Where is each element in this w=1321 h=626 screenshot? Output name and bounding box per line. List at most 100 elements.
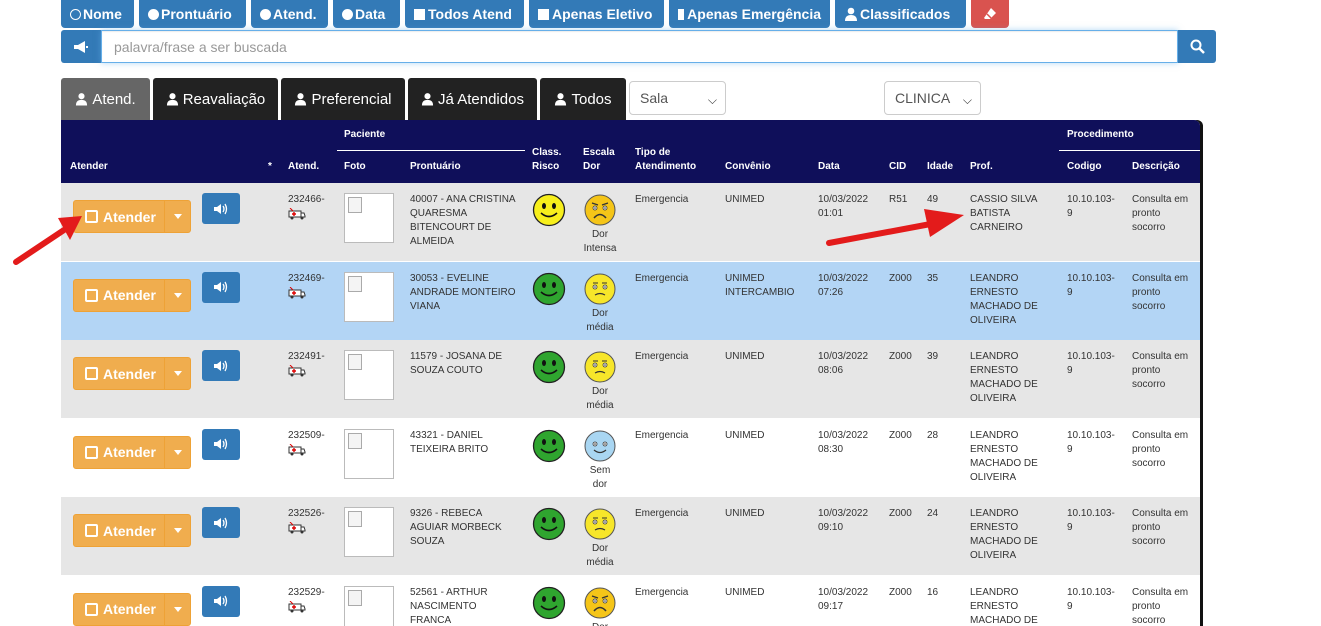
- announce-button[interactable]: [61, 30, 101, 63]
- cell-line: MACHADO DE: [970, 536, 1038, 547]
- filter-classificados-button[interactable]: Classificados: [835, 0, 966, 28]
- cell-text: 10.10.103- 9: [1067, 272, 1129, 300]
- patient-photo: [344, 507, 394, 557]
- clinica-select[interactable]: CLINICA ⌵: [884, 81, 981, 115]
- atender-button[interactable]: Atender: [73, 278, 191, 312]
- tipo-atendimento: Emergencia: [635, 586, 689, 598]
- cell-line: ERNESTO: [970, 522, 1019, 533]
- atender-button[interactable]: Atender: [73, 592, 191, 626]
- atend-number[interactable]: 232509-: [288, 429, 325, 461]
- filter-apenas-emergencia-button[interactable]: Apenas Emergência: [669, 0, 830, 28]
- broken-image-icon: [348, 589, 362, 606]
- atender-button[interactable]: Atender: [73, 200, 191, 233]
- call-patient-button[interactable]: [202, 428, 240, 460]
- atend-number[interactable]: 232466-: [288, 193, 325, 225]
- cell-line: NASCIMENTO: [410, 600, 477, 612]
- search-icon: [1190, 39, 1205, 54]
- radio-filled-icon: [260, 8, 271, 20]
- cell-line: pronto: [1132, 600, 1161, 612]
- call-patient-button[interactable]: [202, 350, 240, 381]
- atend-number[interactable]: 232491-: [288, 350, 325, 382]
- atender-button[interactable]: Atender: [73, 357, 191, 390]
- cell-line: UNIMED: [725, 351, 765, 362]
- atender-button[interactable]: Atender: [73, 435, 191, 469]
- cid: Z000: [889, 429, 912, 441]
- filter-prontuario-button[interactable]: Prontuário: [139, 0, 246, 28]
- search-button[interactable]: [1178, 30, 1216, 63]
- ambulance-icon: [288, 600, 325, 618]
- cell-line: ALMEIDA: [410, 236, 454, 247]
- edit-icon: [85, 524, 98, 537]
- edit-icon: [85, 445, 98, 459]
- tab-atend[interactable]: Atend.: [61, 78, 150, 120]
- atend-number[interactable]: 232469-: [288, 272, 325, 304]
- cell-line: OLIVEIRA: [970, 393, 1017, 404]
- user-icon: [76, 93, 88, 106]
- dropdown-divider: [164, 358, 165, 389]
- radio-filled-icon: [342, 8, 353, 20]
- dropdown-divider: [164, 201, 165, 232]
- cell-line: 09:10: [818, 522, 844, 533]
- eraser-button[interactable]: [971, 0, 1009, 28]
- user-icon: [555, 93, 567, 106]
- risk-face-icon: [532, 507, 566, 541]
- cell-line: OLIVEIRA: [970, 550, 1017, 561]
- call-patient-button[interactable]: [202, 507, 240, 538]
- cell-line: 10.10.103-: [1067, 351, 1115, 362]
- cell-line: 10/03/2022: [818, 272, 869, 284]
- call-patient-button[interactable]: [202, 585, 240, 617]
- cell-line: ERNESTO: [970, 365, 1019, 376]
- cell-text: UNIMED: [725, 507, 815, 521]
- header-class-1: Class.: [532, 147, 562, 158]
- header-tipo-2: Atendimento: [635, 161, 697, 172]
- cell-line: 43321 - DANIEL: [410, 429, 483, 441]
- atender-button[interactable]: Atender: [73, 514, 191, 547]
- tab-reavaliacao[interactable]: Reavaliação: [153, 78, 278, 120]
- red-arrow-right: [826, 209, 964, 246]
- cell-text: LEANDRO ERNESTO MACHADO DE OLIVEIRA: [970, 507, 1060, 563]
- ambulance-icon: [288, 207, 325, 225]
- atend-number[interactable]: 232526-: [288, 507, 325, 539]
- filter-todos-atend-button[interactable]: Todos Atend: [405, 0, 524, 28]
- filter-data-button[interactable]: Data: [333, 0, 400, 28]
- cell-text: 10.10.103- 9: [1067, 586, 1129, 614]
- tab-ja-atendidos[interactable]: Já Atendidos: [408, 78, 537, 120]
- header-procedimento: Procedimento: [1067, 129, 1134, 140]
- cell-line: UNIMED: [725, 586, 765, 598]
- cell-text: Consulta em pronto socorro: [1132, 429, 1198, 471]
- call-patient-button[interactable]: [202, 193, 240, 224]
- tab-todos[interactable]: Todos: [540, 78, 626, 120]
- pain-label-line: média: [586, 400, 614, 411]
- sala-select[interactable]: Sala ⌵: [629, 81, 726, 115]
- call-patient-button[interactable]: [202, 271, 240, 303]
- header-class-2: Risco: [532, 161, 560, 172]
- table-row: Atender 232526- 9326 - REBECA AGUIAR MORBEC…: [61, 497, 1200, 575]
- cell-text: Consulta em pronto socorro: [1132, 350, 1198, 392]
- cell-line: 9326 - REBECA: [410, 508, 483, 519]
- filter-apenas-eletivo-button[interactable]: Apenas Eletivo: [529, 0, 664, 28]
- cell-line: 9: [1067, 286, 1073, 298]
- pain-face-icon: [583, 193, 617, 227]
- search-input[interactable]: [101, 30, 1178, 63]
- pain-label-line: Sem: [589, 464, 611, 476]
- header-paciente: Paciente: [344, 129, 386, 140]
- header-atend: Atend.: [288, 161, 320, 172]
- header-cid: CID: [889, 161, 907, 172]
- header-escala-2: Dor: [583, 161, 601, 172]
- cell-text: 43321 - DANIEL TEIXEIRA BRITO: [410, 429, 525, 457]
- atend-number[interactable]: 232529-: [288, 586, 325, 618]
- filter-nome-button[interactable]: Nome: [61, 0, 134, 28]
- cell-line: ERNESTO: [970, 443, 1019, 455]
- user-icon: [295, 93, 307, 106]
- cid: Z000: [889, 508, 912, 519]
- header-codigo: Codigo: [1067, 161, 1102, 172]
- cell-line: 9: [1067, 365, 1073, 376]
- risk-face-icon: [532, 350, 566, 384]
- filter-atend-button[interactable]: Atend.: [251, 0, 328, 28]
- pain-label-line: Dor: [580, 621, 620, 626]
- cell-text: 10.10.103- 9: [1067, 193, 1129, 221]
- tab-preferencial[interactable]: Preferencial: [281, 78, 405, 120]
- cell-line: 10/03/2022: [818, 586, 869, 598]
- pain-face-icon: [583, 272, 617, 306]
- header-divider: [1059, 150, 1200, 151]
